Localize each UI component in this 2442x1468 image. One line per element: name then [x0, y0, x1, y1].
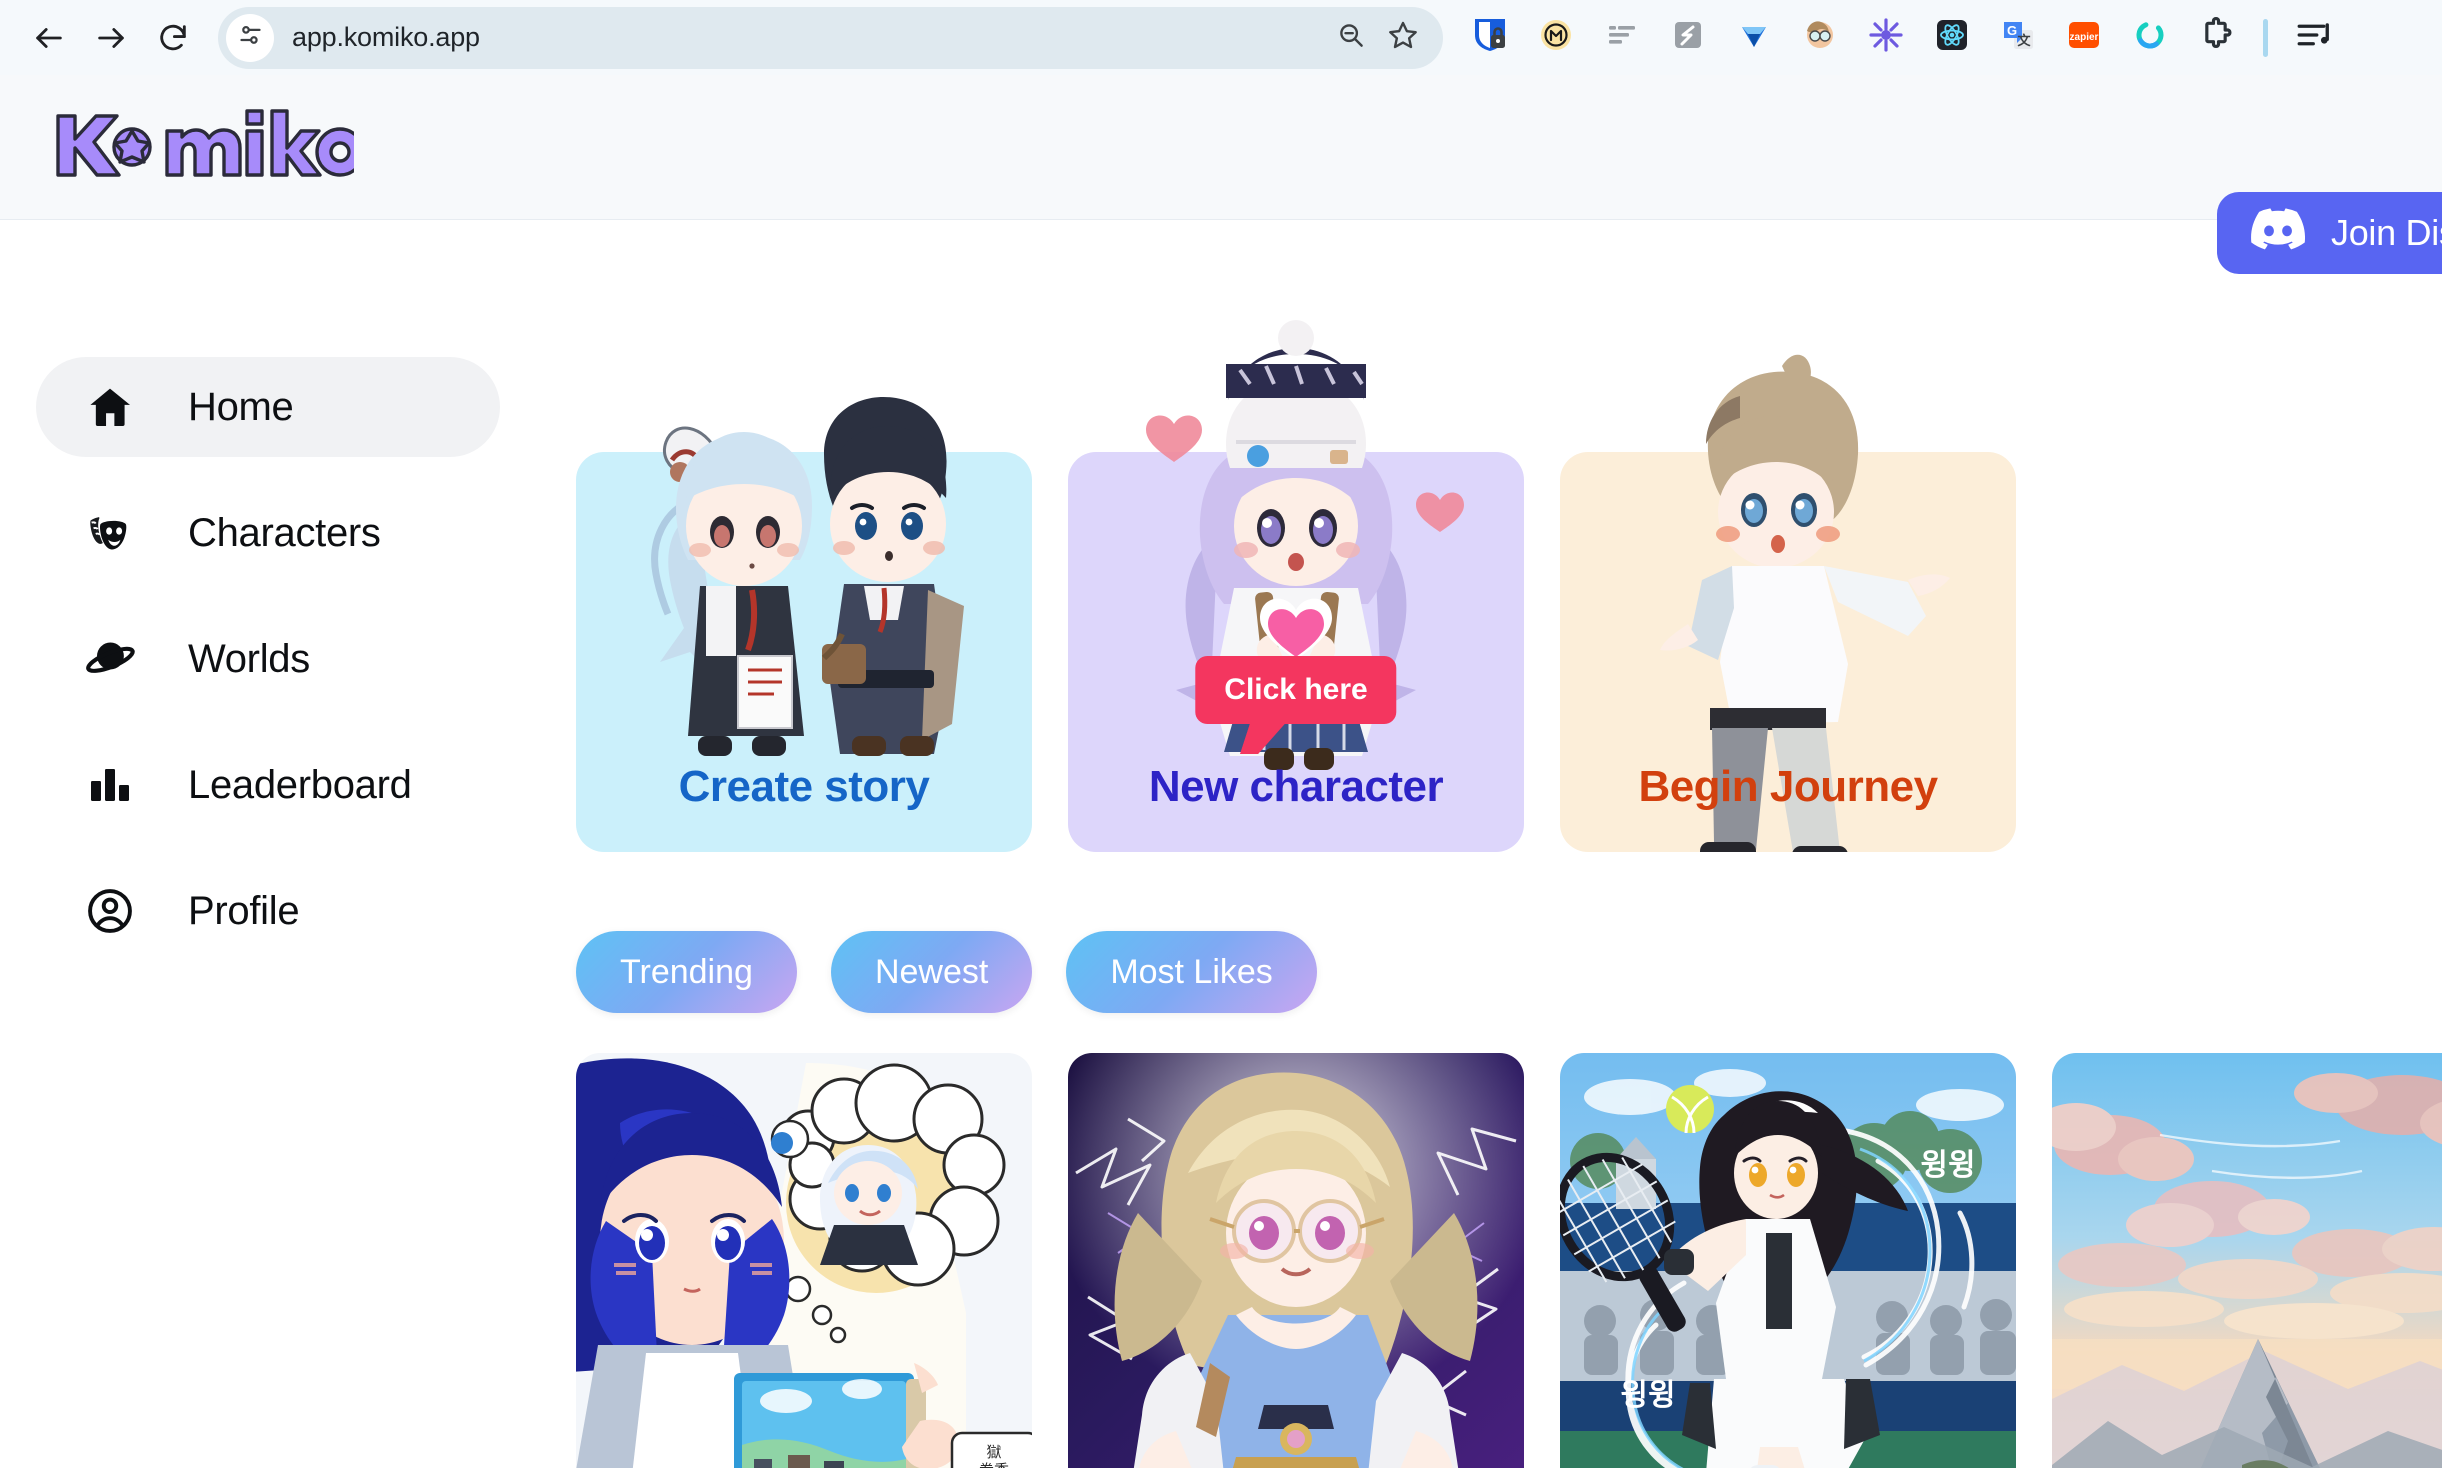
tennis-girl-thumb: 윙윙 윙윙 [1560, 1053, 2016, 1468]
zapier-extension-button[interactable]: zapier [2051, 7, 2117, 69]
svg-text:拳季: 拳季 [979, 1462, 1009, 1468]
komiko-logo[interactable] [44, 75, 354, 219]
address-bar[interactable]: app.komiko.app [218, 6, 1443, 69]
site-settings-icon [237, 22, 264, 54]
sidebar-nav: Home Characters Worlds Leaderboard Profi… [0, 221, 560, 987]
theater-masks-icon [84, 507, 136, 559]
monarch-extension-icon [1536, 15, 1576, 60]
action-card-create-story[interactable]: Create story [576, 396, 1032, 852]
sidebar-item-label: Profile [188, 888, 300, 933]
bar-chart-icon [84, 759, 136, 811]
text-lines-extension-button[interactable] [1589, 7, 1655, 69]
text-lines-extension-icon [1602, 15, 1642, 60]
purple-burst-extension-icon [1866, 15, 1906, 60]
address-bar-url[interactable]: app.komiko.app [292, 22, 1325, 53]
extensions-strip: G 文 zapier [1457, 7, 2424, 69]
back-arrow-icon [32, 21, 66, 55]
grey-slash-extension-button[interactable] [1655, 7, 1721, 69]
main-content: Create story Click here New character Be… [560, 221, 2442, 1468]
avatar-glasses-extension-icon [1800, 15, 1840, 60]
action-card-new-character[interactable]: Click here New character [1068, 320, 1524, 852]
zoom-out-icon [1336, 20, 1366, 55]
gallery-card-caption: 윙윙 [1920, 1149, 1975, 1182]
sidebar-item-worlds[interactable]: Worlds [36, 609, 500, 709]
browser-toolbar: app.komiko.app G 文 zapier [0, 0, 2442, 75]
filter-tabs: Trending Newest Most Likes [576, 931, 1317, 1013]
sidebar-item-home[interactable]: Home [36, 357, 500, 457]
user-circle-icon [84, 885, 136, 937]
zapier-extension-icon: zapier [2064, 15, 2104, 60]
action-card-title: New character [1148, 762, 1444, 811]
chibi-couple-art [576, 304, 1032, 756]
teal-ring-extension-button[interactable] [2117, 7, 2183, 69]
svg-text:文: 文 [2017, 33, 2031, 48]
reload-button[interactable] [142, 7, 204, 69]
react-devtools-extension-button[interactable] [1919, 7, 1985, 69]
zoom-out-button[interactable] [1325, 12, 1377, 64]
puzzle-extensions-icon [2196, 15, 2236, 60]
lightning-mage-girl-thumb [1068, 1053, 1524, 1468]
sidebar-item-label: Worlds [188, 636, 310, 681]
blue-haired-girl-thumb: 獄 拳季 [576, 1053, 1032, 1468]
sidebar-item-characters[interactable]: Characters [36, 483, 500, 583]
gallery-card[interactable] [2052, 1053, 2442, 1468]
media-playlist-icon [2294, 14, 2336, 61]
action-card-begin-journey[interactable]: Begin Journey [1560, 354, 2016, 868]
app-header: Join Dis [0, 75, 2442, 274]
sidebar-item-label: Home [188, 384, 294, 429]
gallery-card-caption: 윙윙 [1620, 1379, 1675, 1412]
sidebar-item-label: Characters [188, 510, 381, 555]
diamond-extension-icon [1734, 15, 1774, 60]
media-playlist-button[interactable] [2282, 7, 2348, 69]
teal-ring-extension-icon [2130, 15, 2170, 60]
purple-burst-extension-button[interactable] [1853, 7, 1919, 69]
action-card-title: Create story [678, 762, 930, 811]
back-button[interactable] [18, 7, 80, 69]
svg-text:G: G [2007, 23, 2017, 38]
reload-icon [156, 21, 190, 55]
bitwarden-extension-button[interactable] [1457, 7, 1523, 69]
site-settings-button[interactable] [226, 13, 274, 62]
gallery-grid: 獄 拳季 [576, 1053, 2442, 1468]
action-cards-row: Create story Click here New character Be… [576, 320, 2016, 868]
diamond-extension-button[interactable] [1721, 7, 1787, 69]
monarch-extension-button[interactable] [1523, 7, 1589, 69]
chibi-dab-boy-art [1560, 304, 2016, 868]
filter-tab-newest[interactable]: Newest [830, 931, 1033, 1013]
click-here-tooltip[interactable]: Click here [1195, 656, 1397, 724]
toolbar-divider [2263, 18, 2268, 57]
google-translate-extension-button[interactable]: G 文 [1985, 7, 2051, 69]
sidebar-item-profile[interactable]: Profile [36, 861, 500, 961]
planet-icon [84, 633, 136, 685]
grey-slash-extension-icon [1668, 15, 1708, 60]
gallery-card[interactable] [1068, 1053, 1524, 1468]
google-translate-extension-icon: G 文 [1998, 15, 2038, 60]
extensions-menu-button[interactable] [2183, 7, 2249, 69]
action-card-title: Begin Journey [1638, 762, 1938, 811]
gallery-card[interactable]: 獄 拳季 [576, 1053, 1032, 1468]
svg-text:獄: 獄 [986, 1444, 1001, 1461]
react-devtools-extension-icon [1932, 15, 1972, 60]
sidebar-item-leaderboard[interactable]: Leaderboard [36, 735, 500, 835]
svg-text:zapier: zapier [2070, 32, 2099, 43]
avatar-glasses-extension-button[interactable] [1787, 7, 1853, 69]
gallery-card[interactable]: 윙윙 윙윙 [1560, 1053, 2016, 1468]
filter-tab-trending[interactable]: Trending [576, 931, 797, 1013]
komiko-wordmark-icon [56, 109, 354, 177]
home-icon [84, 381, 136, 433]
filter-tab-most-likes[interactable]: Most Likes [1066, 931, 1317, 1013]
forward-arrow-icon [94, 21, 128, 55]
forward-button[interactable] [80, 7, 142, 69]
bookmark-button[interactable] [1377, 12, 1429, 64]
pastel-sky-mountains-thumb [2052, 1053, 2442, 1468]
star-bookmark-icon [1387, 19, 1419, 56]
bitwarden-extension-icon [1470, 15, 1510, 60]
sidebar-item-label: Leaderboard [188, 762, 412, 807]
